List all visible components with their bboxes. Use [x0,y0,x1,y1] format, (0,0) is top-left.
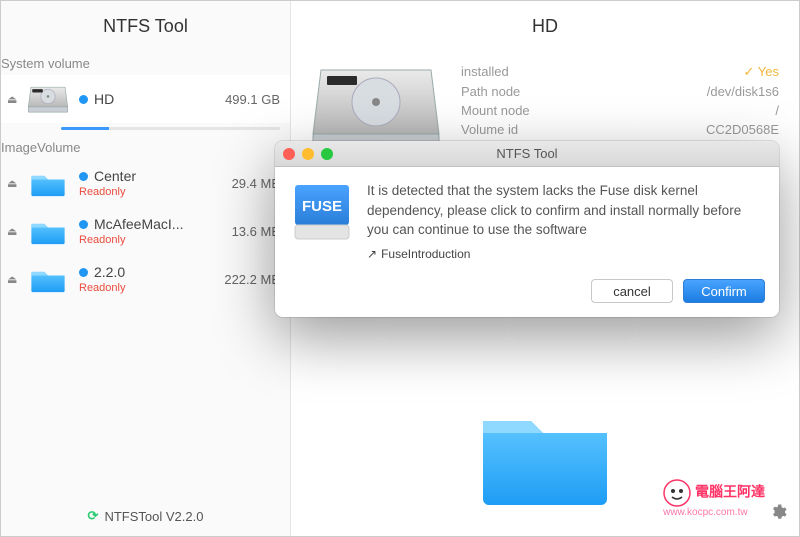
section-image-volume: ImageVolume [1,136,290,159]
dialog-title: NTFS Tool [275,146,779,161]
sidebar-title: NTFS Tool [1,1,290,52]
installed-value: ✓ Yes [744,64,780,80]
volume-list: System volume ⏏ HD [1,52,290,496]
fuse-dialog: NTFS Tool FUSE It is detected that the s… [275,141,779,317]
volume-item-center[interactable]: ⏏ Center Readonly 29.4 MB [1,159,290,207]
sidebar: NTFS Tool System volume ⏏ [1,1,291,536]
fuse-intro-link[interactable]: ↗ FuseIntroduction [367,246,763,263]
svg-text:FUSE: FUSE [302,198,342,215]
eject-icon[interactable]: ⏏ [7,177,21,190]
confirm-button[interactable]: Confirm [683,279,765,303]
dialog-message: It is detected that the system lacks the… [367,181,763,240]
big-folder-icon[interactable] [475,401,615,516]
status-dot [79,172,88,181]
gear-icon[interactable] [769,503,787,526]
status-dot [79,95,88,104]
readonly-label: Readonly [79,186,232,198]
close-icon[interactable] [283,148,295,160]
status-dot [79,268,88,277]
volume-size: 222.2 MB [224,272,280,287]
folder-icon [27,213,69,249]
volume-name: HD [94,91,114,107]
volume-name: 2.2.0 [94,264,125,280]
hdd-icon [27,81,69,117]
minimize-icon[interactable] [302,148,314,160]
eject-icon[interactable]: ⏏ [7,93,21,106]
volume-size: 13.6 MB [232,224,280,239]
volume-item-mcafee[interactable]: ⏏ McAfeeMacI... Readonly 13.6 MB [1,207,290,255]
cancel-button[interactable]: cancel [591,279,673,303]
sidebar-footer: ⟳ NTFSTool V2.2.0 [1,496,290,536]
volume-size: 499.1 GB [225,92,280,107]
dialog-titlebar[interactable]: NTFS Tool [275,141,779,167]
readonly-label: Readonly [79,282,224,294]
eject-icon[interactable]: ⏏ [7,273,21,286]
volume-name: Center [94,168,136,184]
refresh-icon[interactable]: ⟳ [88,508,99,524]
volume-name: McAfeeMacI... [94,216,183,232]
eject-icon[interactable]: ⏏ [7,225,21,238]
folder-icon [27,165,69,201]
zoom-icon[interactable] [321,148,333,160]
version-label: NTFSTool V2.2.0 [104,509,203,524]
fuse-icon: FUSE [291,181,353,243]
main-title: HD [291,1,799,52]
volume-usage-bar [61,127,280,130]
readonly-label: Readonly [79,234,232,246]
link-arrow-icon: ↗ [367,246,377,263]
status-dot [79,220,88,229]
volume-item-hd[interactable]: ⏏ HD 499.1 GB [1,75,290,123]
volume-size: 29.4 MB [232,176,280,191]
folder-icon [27,261,69,297]
section-system-volume: System volume [1,52,290,75]
disk-thumbnail [311,62,441,152]
volume-item-220[interactable]: ⏏ 2.2.0 Readonly 222.2 MB [1,255,290,303]
